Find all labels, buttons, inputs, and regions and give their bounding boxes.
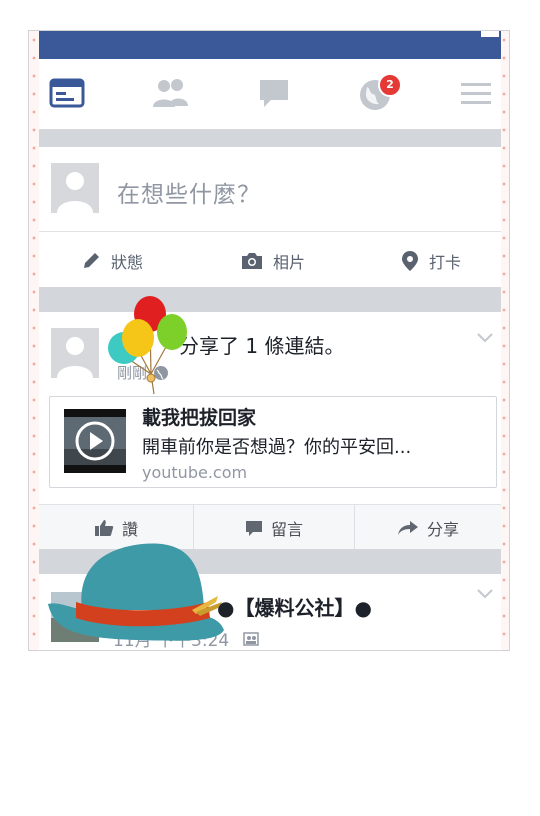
status-composer: 在想些什麼？ 狀態 相片 打卡 [39,147,501,287]
balloons-sticker-icon [102,294,194,400]
share-label: 分享 [426,519,459,539]
location-pin-icon [402,251,418,271]
share-button[interactable]: 分享 [355,505,501,550]
top-blue-bar [39,31,501,59]
audience-icon [243,631,259,646]
composer-divider [39,231,501,232]
news-feed-icon[interactable] [49,77,89,113]
post-header-text: 分享了 1 條連結。 [179,334,345,358]
menu-icon[interactable] [459,77,499,113]
link-domain: youtube.com [142,463,248,482]
camera-icon [242,253,262,269]
status-button[interactable]: 狀態 [81,249,143,273]
status-button-label: 狀態 [111,253,144,272]
shared-link-card[interactable]: 載我把拔回家 開車前你是否想過？你的平安回... youtube.com [49,396,497,488]
pencil-icon [84,253,99,268]
post-author-avatar[interactable] [51,328,99,378]
thumbs-up-icon [94,519,114,536]
link-title: 載我把拔回家 [142,407,257,429]
top-navigation-bar: 2 [39,59,501,130]
user-avatar [51,163,99,213]
check-in-button[interactable]: 打卡 [401,249,461,273]
photo-button-label: 相片 [273,253,306,272]
photo-button[interactable]: 相片 [241,249,305,273]
status-bar-edge [481,31,499,37]
composer-placeholder[interactable]: 在想些什麼？ [117,175,261,209]
hat-sticker-icon [46,540,226,648]
link-description: 開車前你是否想過？你的平安回... [142,437,412,458]
notification-badge: 2 [378,73,402,97]
friend-requests-icon[interactable] [151,77,191,113]
messages-icon[interactable] [257,77,297,113]
like-label: 讚 [121,519,138,539]
share-arrow-icon [397,520,418,535]
video-thumbnail[interactable] [64,409,126,473]
post-options-chevron-icon[interactable] [477,328,493,347]
frame-dots-left [29,31,39,650]
post2-options-chevron-icon[interactable] [477,584,493,603]
comment-label: 留言 [270,519,303,539]
page-name[interactable]: ●【爆料公社】● [217,592,372,621]
check-in-button-label: 打卡 [429,253,462,272]
comment-icon [245,520,262,536]
feed-divider [39,130,501,147]
